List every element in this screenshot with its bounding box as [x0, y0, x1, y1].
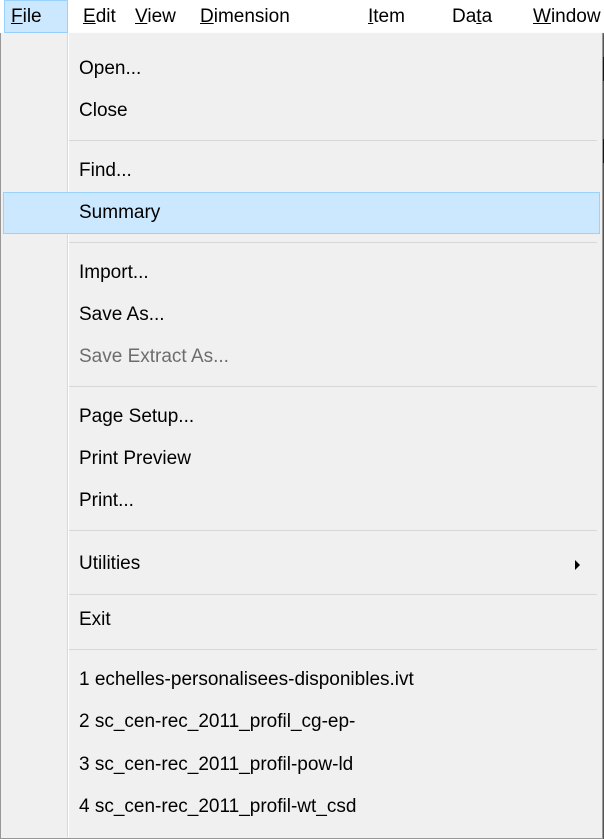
- menu-item-save-extract-as-label: Save Extract As...: [79, 346, 229, 367]
- menu-dimension-accel: D: [200, 6, 214, 27]
- menu-file[interactable]: File: [4, 0, 68, 33]
- recent-file-item[interactable]: 3 sc_cen-rec_2011_profil-pow-ld: [3, 744, 600, 786]
- menu-item-close[interactable]: Close: [3, 90, 600, 132]
- menu-window-accel: W: [533, 6, 551, 27]
- menu-edit-label: dit: [95, 6, 116, 27]
- recent-file-item[interactable]: 4 sc_cen-rec_2011_profil-wt_csd: [3, 786, 600, 828]
- menu-edit[interactable]: Edit: [83, 0, 116, 33]
- menu-data-label-pre: Da: [452, 6, 477, 27]
- screen: File Edit View Dimension Item Data Windo…: [0, 0, 604, 839]
- menu-window[interactable]: Window: [533, 0, 601, 33]
- menu-separator: [69, 140, 597, 141]
- menu-item-find[interactable]: Find...: [3, 150, 600, 192]
- menu-view-label: iew: [147, 6, 176, 27]
- menu-item-exit[interactable]: Exit: [3, 599, 600, 641]
- menu-item-label: tem: [373, 6, 405, 27]
- menu-item-summary[interactable]: Summary: [3, 192, 600, 234]
- menu-dimension-label: imension: [213, 6, 290, 27]
- menu-item-open-label: Open...: [79, 58, 142, 79]
- menu-item-exit-label: Exit: [79, 609, 111, 630]
- menu-item-print-preview[interactable]: Print Preview: [3, 438, 600, 480]
- menu-dimension[interactable]: Dimension: [200, 0, 290, 33]
- menu-item-print-preview-label: Print Preview: [79, 448, 191, 469]
- menu-item-page-setup[interactable]: Page Setup...: [3, 396, 600, 438]
- menu-separator: [69, 594, 597, 595]
- menu-item-utilities[interactable]: Utilities: [3, 543, 600, 585]
- menu-view-accel: V: [135, 6, 148, 27]
- submenu-arrow-icon: [575, 560, 580, 570]
- recent-file-label: 3 sc_cen-rec_2011_profil-pow-ld: [79, 754, 354, 775]
- menu-separator: [69, 242, 597, 243]
- menu-separator: [69, 649, 597, 650]
- file-menu-dropdown: Open... Close Find... Summary Import... …: [0, 33, 603, 839]
- recent-file-label: 4 sc_cen-rec_2011_profil-wt_csd: [79, 796, 357, 817]
- menu-item[interactable]: Item: [368, 0, 405, 33]
- menu-file-label: ile: [22, 6, 42, 27]
- recent-file-item[interactable]: 2 sc_cen-rec_2011_profil_cg-ep-: [3, 701, 600, 743]
- menu-item-close-label: Close: [79, 100, 128, 121]
- recent-file-item[interactable]: 1 echelles-personalisees-disponibles.ivt: [3, 659, 600, 701]
- menu-item-print[interactable]: Print...: [3, 480, 600, 522]
- menu-separator: [69, 530, 597, 531]
- menu-separator: [69, 386, 597, 387]
- menu-data-label: a: [481, 6, 493, 27]
- menu-bar: File Edit View Dimension Item Data Windo…: [0, 0, 604, 33]
- menu-item-utilities-label: Utilities: [79, 553, 141, 574]
- menu-file-accel: F: [11, 6, 23, 27]
- menu-item-import-label: Import...: [79, 262, 149, 283]
- menu-item-print-label: Print...: [79, 490, 134, 511]
- menu-item-find-label: Find...: [79, 160, 132, 181]
- menu-item-import[interactable]: Import...: [3, 252, 600, 294]
- recent-file-label: 1 echelles-personalisees-disponibles.ivt: [79, 669, 414, 690]
- menu-item-save-as[interactable]: Save As...: [3, 294, 600, 336]
- menu-item-save-extract-as: Save Extract As...: [3, 336, 600, 378]
- recent-file-label: 2 sc_cen-rec_2011_profil_cg-ep-: [79, 711, 356, 732]
- menu-item-summary-label: Summary: [79, 202, 161, 223]
- menu-item-open[interactable]: Open...: [3, 48, 600, 90]
- menu-window-label: indow: [550, 6, 601, 27]
- menu-data[interactable]: Data: [452, 0, 492, 33]
- menu-item-page-setup-label: Page Setup...: [79, 406, 195, 427]
- menu-edit-accel: E: [83, 6, 96, 27]
- menu-view[interactable]: View: [135, 0, 176, 33]
- menu-item-save-as-label: Save As...: [79, 304, 165, 325]
